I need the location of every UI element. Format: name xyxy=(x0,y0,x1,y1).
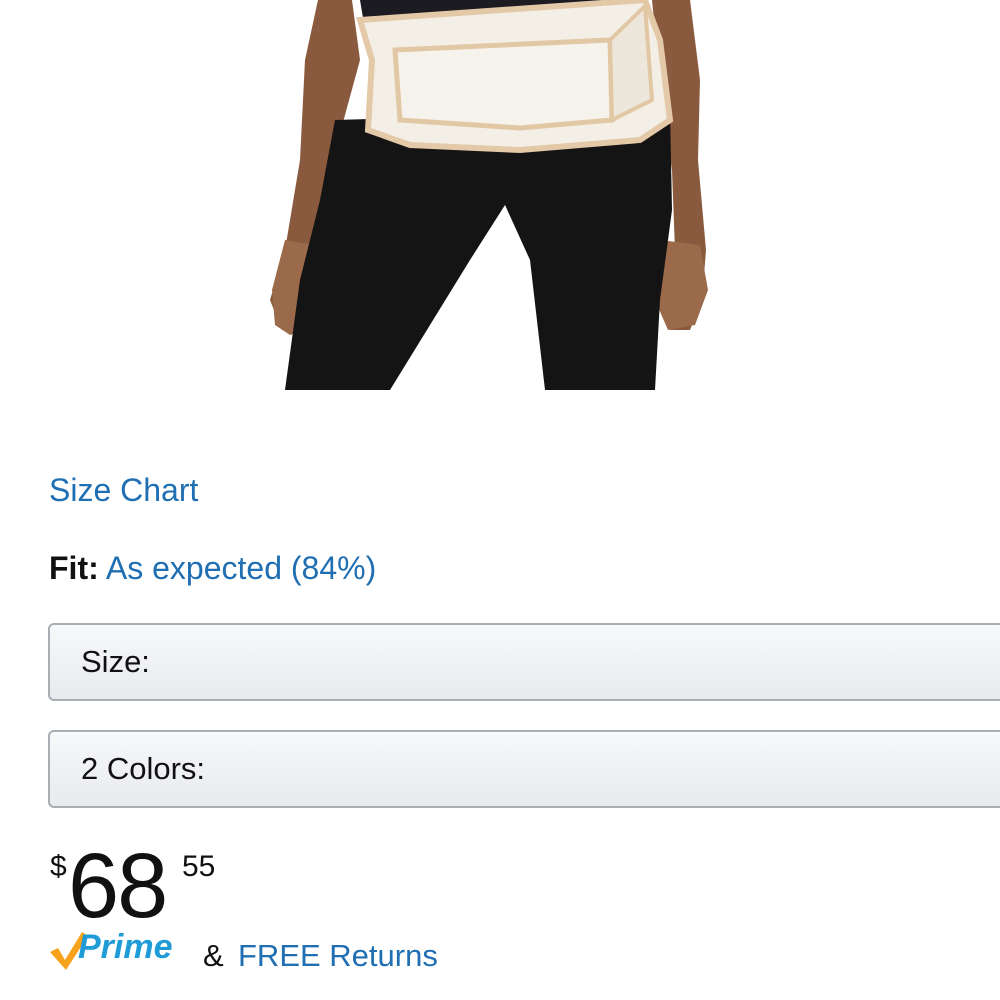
fit-value-link[interactable]: As expected (84%) xyxy=(106,550,376,586)
color-dropdown-label: 2 Colors: xyxy=(81,751,206,786)
fit-row: Fit: As expected (84%) xyxy=(49,550,376,587)
size-dropdown-label: Size: xyxy=(81,644,150,679)
size-dropdown[interactable]: Size: xyxy=(48,623,1000,701)
product-photo xyxy=(0,0,1000,390)
size-chart-link[interactable]: Size Chart xyxy=(49,472,198,509)
price-currency: $ xyxy=(50,850,67,883)
product-page: Size Chart Fit: As expected (84%) Size: … xyxy=(0,0,1000,1000)
fit-label: Fit: xyxy=(49,550,99,586)
product-image[interactable] xyxy=(0,0,1000,390)
prime-logo-icon: Prime xyxy=(50,928,173,970)
shipping-amp: & xyxy=(203,938,224,973)
price-whole: 68 xyxy=(68,835,168,937)
prime-label: Prime xyxy=(78,928,173,966)
price-fraction: 55 xyxy=(182,850,216,883)
free-returns-link[interactable]: FREE Returns xyxy=(238,938,438,974)
color-dropdown[interactable]: 2 Colors: xyxy=(48,730,1000,808)
